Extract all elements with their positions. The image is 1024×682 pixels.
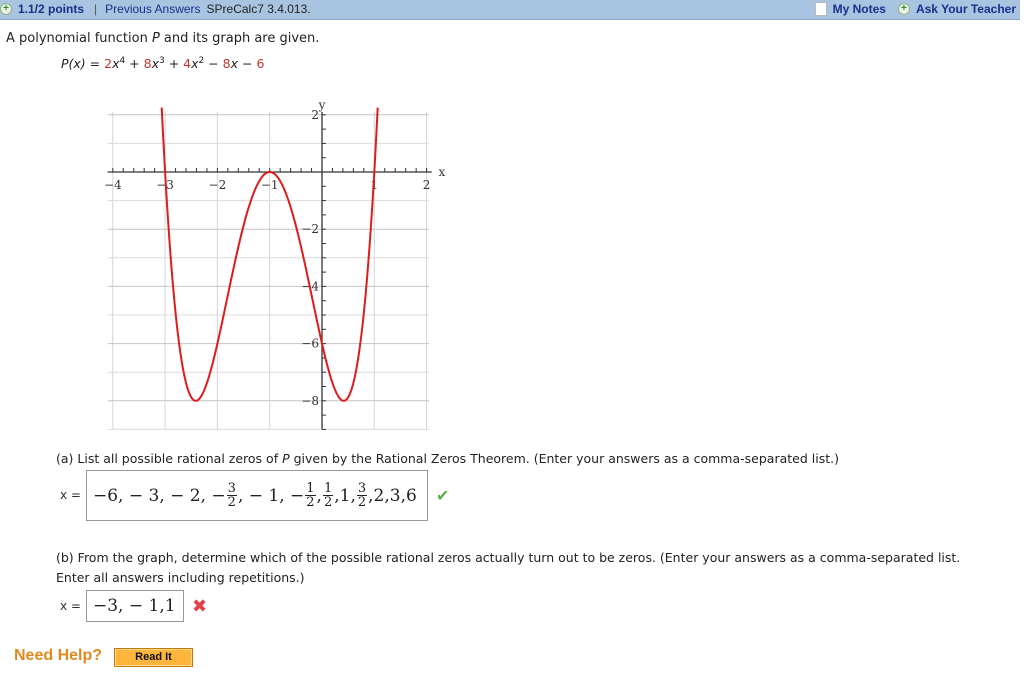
op: −	[238, 56, 257, 72]
op: −	[204, 56, 223, 72]
correct-check-icon: ✔	[436, 486, 450, 505]
points-label: 1.1/2 points	[18, 2, 85, 16]
numerator: 1	[305, 481, 316, 496]
previous-answers-link[interactable]: Previous Answers	[105, 2, 200, 16]
problem-code: SPreCalc7 3.4.013.	[206, 2, 311, 16]
fraction: 12	[322, 481, 334, 510]
my-notes-link[interactable]: My Notes	[833, 2, 886, 16]
part-b-answer-value: −3, − 1,1	[93, 596, 176, 616]
denominator: 2	[306, 495, 315, 510]
op: +	[164, 56, 184, 72]
ans-seg: ,2,3,6	[368, 485, 417, 506]
incorrect-x-icon: ✖	[192, 596, 208, 617]
denominator: 2	[227, 495, 236, 510]
x-tick-label: −1	[261, 178, 279, 192]
need-help-label: Need Help?	[14, 647, 103, 664]
fraction: 12	[305, 481, 316, 510]
polynomial-graph: −4 −3 −2 −1 1 22−2−4−6−8xy	[104, 98, 445, 430]
y-tick-label: −8	[301, 394, 319, 408]
ans-seg: −6, − 3, − 2, −	[93, 485, 226, 506]
notes-icon[interactable]	[814, 2, 827, 16]
part-b-question-line1: (b) From the graph, determine which of t…	[56, 550, 961, 565]
x-axis-label: x	[438, 165, 445, 179]
y-tick-label: −2	[301, 222, 319, 236]
coef: 2	[104, 56, 113, 72]
ans-seg: ,1,	[334, 485, 356, 506]
coef: 6	[256, 56, 265, 72]
denominator: 2	[357, 495, 367, 510]
qa-var: P	[282, 451, 290, 466]
part-a-answer-input[interactable]: −6, − 3, − 2, − 32 , − 1, − 12 , 12 ,1, …	[86, 470, 428, 521]
qa-text-end: given by the Rational Zeros Theorem. (En…	[289, 451, 839, 466]
ans-seg: ,	[316, 485, 322, 506]
var: x	[191, 56, 199, 72]
intro-text: A polynomial function	[6, 31, 152, 46]
var: x	[230, 56, 239, 72]
coef: 8	[143, 56, 152, 72]
fraction: 32	[226, 481, 237, 510]
part-b-x-label: x =	[60, 599, 81, 613]
problem-intro: A polynomial function P and its graph ar…	[6, 31, 319, 46]
var: x	[151, 56, 159, 72]
formula-lhs: P(x) =	[61, 56, 105, 72]
expand-icon[interactable]: +	[0, 3, 12, 15]
plus-icon[interactable]: +	[897, 3, 910, 15]
intro-text-end: and its graph are given.	[159, 31, 320, 46]
op: +	[125, 56, 144, 72]
coef: 4	[183, 56, 192, 72]
denominator: 2	[323, 495, 333, 510]
x-tick-label: −4	[104, 178, 122, 192]
y-axis-label: y	[318, 98, 326, 112]
x-tick-label: −2	[209, 178, 227, 192]
fraction: 32	[356, 481, 368, 510]
ask-teacher-link[interactable]: Ask Your Teacher	[916, 2, 1016, 16]
part-a-question: (a) List all possible rational zeros of …	[56, 451, 839, 466]
numerator: 3	[226, 481, 237, 496]
qa-text: (a) List all possible rational zeros of	[56, 451, 283, 466]
numerator: 1	[322, 481, 334, 496]
part-b-answer-input[interactable]: −3, − 1,1	[86, 590, 184, 622]
header-bar: + 1.1/2 points | Previous Answers SPreCa…	[0, 0, 1020, 20]
ans-seg: , − 1, −	[237, 485, 305, 506]
part-a-x-label: x =	[60, 488, 81, 502]
coef: 8	[222, 56, 231, 72]
part-b-question-line2: Enter all answers including repetitions.…	[56, 570, 305, 585]
intro-var: P	[151, 31, 160, 46]
read-it-button[interactable]: Read It	[114, 648, 193, 667]
numerator: 3	[356, 481, 368, 496]
y-tick-label: −6	[301, 337, 319, 351]
polynomial-formula: P(x) = 2x4 + 8x3 + 4x2 − 8x − 6	[61, 56, 264, 71]
x-tick-label: 2	[423, 178, 431, 192]
separator: |	[94, 2, 98, 16]
